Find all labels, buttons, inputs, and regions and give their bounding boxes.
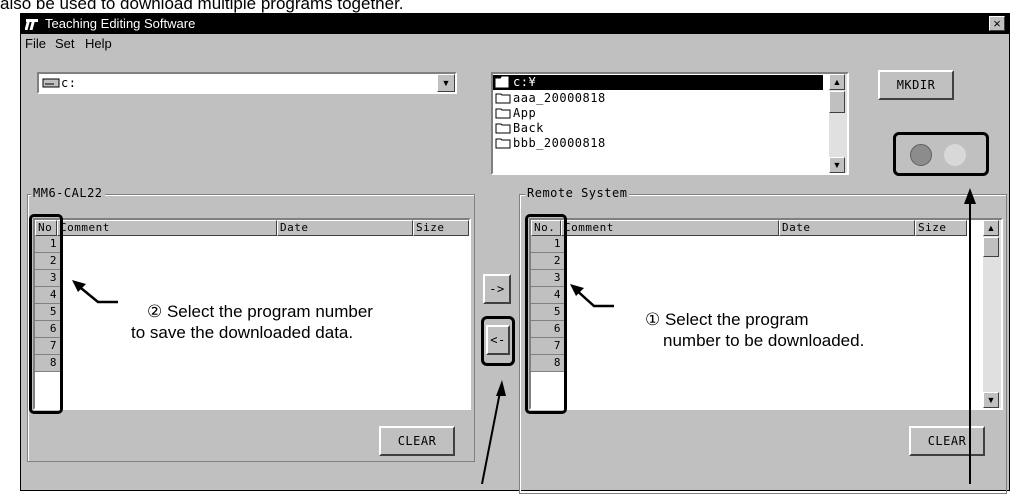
scroll-down-icon[interactable]: ▼ (983, 392, 999, 408)
transfer-to-local-button[interactable]: <- (486, 325, 510, 355)
app-icon (25, 19, 38, 30)
status-lamp-2 (944, 144, 966, 166)
open-folder-icon (495, 76, 509, 88)
dir-item-label: bbb_20000818 (513, 136, 606, 150)
dir-item-selected[interactable]: c:¥ (493, 75, 823, 90)
transfer-to-remote-button[interactable]: -> (483, 274, 511, 304)
folder-icon (495, 108, 511, 119)
col-header-comment[interactable]: Comment (561, 220, 779, 236)
status-lamp-1 (910, 144, 932, 166)
window-title: Teaching Editing Software (45, 16, 196, 31)
local-no-highlight (29, 214, 63, 414)
annotation-left-line2: to save the downloaded data. (131, 323, 354, 342)
menu-set[interactable]: Set (55, 36, 75, 52)
dir-scrollbar[interactable]: ▲ ▼ (829, 74, 847, 173)
remote-no-highlight (525, 214, 567, 414)
dir-item-label: aaa_20000818 (513, 91, 606, 105)
app-window: Teaching Editing Software × File Set Hel… (20, 13, 1010, 494)
folder-icon (495, 123, 511, 134)
annotation-right-line2: number to be downloaded. (663, 331, 865, 350)
directory-list[interactable]: c:¥ aaa_20000818 App Back bbb_20000818 ▲… (491, 72, 849, 175)
drive-icon (42, 78, 60, 88)
folder-icon (495, 138, 511, 149)
status-lamps-highlight (893, 132, 989, 176)
annotation-left-line1: ② Select the program number (147, 302, 373, 321)
col-header-size[interactable]: Size (915, 220, 967, 236)
dir-item-label: App (513, 106, 537, 120)
dropdown-arrow-icon[interactable]: ▼ (437, 74, 455, 92)
remote-group-label: Remote System (525, 186, 630, 200)
menu-bar: File Set Help (21, 34, 1009, 54)
scroll-thumb[interactable] (983, 237, 999, 257)
local-group-label: MM6-CAL22 (31, 186, 105, 200)
scroll-up-icon[interactable]: ▲ (983, 220, 999, 236)
drive-value: c: (61, 76, 77, 90)
close-button[interactable]: × (989, 16, 1005, 31)
annotation-right-line1: ① Select the program (645, 310, 809, 329)
page-caption: also be used to download multiple progra… (0, 0, 404, 13)
transfer-highlight: <- (481, 316, 515, 366)
remote-clear-button[interactable]: CLEAR (909, 426, 985, 456)
local-clear-button[interactable]: CLEAR (379, 426, 455, 456)
remote-scrollbar[interactable]: ▲ ▼ (983, 220, 1001, 408)
col-header-date[interactable]: Date (779, 220, 915, 236)
folder-icon (495, 93, 511, 104)
title-bar: Teaching Editing Software × (21, 14, 1009, 34)
dir-item-label: c:¥ (513, 75, 537, 89)
col-header-date[interactable]: Date (277, 220, 413, 236)
scroll-down-icon[interactable]: ▼ (829, 157, 845, 173)
menu-file[interactable]: File (25, 36, 46, 52)
scroll-thumb[interactable] (829, 91, 845, 113)
mkdir-button[interactable]: MKDIR (878, 70, 954, 100)
col-header-size[interactable]: Size (413, 220, 469, 236)
scroll-up-icon[interactable]: ▲ (829, 74, 845, 90)
dir-item-label: Back (513, 121, 544, 135)
drive-select[interactable]: c: ▼ (37, 72, 457, 94)
col-header-comment[interactable]: Comment (57, 220, 277, 236)
menu-help[interactable]: Help (85, 36, 112, 52)
